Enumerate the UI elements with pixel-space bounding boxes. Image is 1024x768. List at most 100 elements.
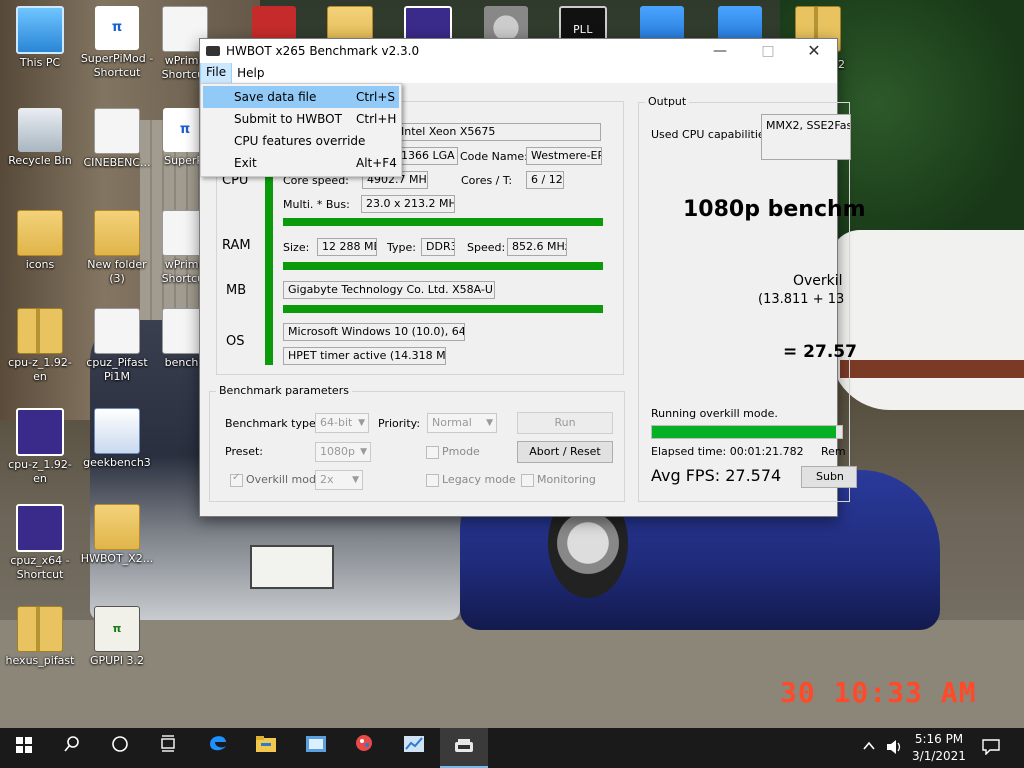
benchmark-type-value: 64-bit — [320, 416, 353, 429]
taskbar-file-explorer[interactable] — [242, 728, 290, 768]
search-icon — [64, 736, 79, 752]
overkill-mode-select[interactable]: 2x ▼ — [315, 470, 363, 490]
search-button[interactable] — [48, 728, 96, 768]
desktop-icon-label: New folder (3) — [87, 258, 147, 285]
motherboard-field: Gigabyte Technology Co. Ltd. X58A-UD3R — [283, 281, 495, 299]
desktop-icon-label: cpu-z_1.92-en — [8, 458, 72, 485]
menu-item-exit[interactable]: Exit Alt+F4 — [203, 152, 399, 174]
cortana-icon — [112, 736, 128, 752]
folder-icon — [17, 210, 63, 256]
menu-item-label: CPU features override — [234, 134, 366, 148]
menu-item-shortcut: Ctrl+H — [356, 112, 397, 126]
menu-file[interactable]: File — [200, 62, 233, 84]
menu-item-submit-to-hwbot[interactable]: Submit to HWBOT Ctrl+H — [203, 108, 399, 130]
clock-time: 5:16 PM — [914, 732, 964, 746]
preset-label: Preset: — [225, 445, 264, 458]
result-headline: 1080p benchm — [683, 197, 866, 222]
desktop-icon-hexus[interactable]: hexus_pifast — [2, 606, 78, 668]
taskbar-app-3[interactable] — [292, 728, 340, 768]
start-button[interactable] — [0, 728, 48, 768]
taskbar-edge[interactable] — [194, 728, 242, 768]
taskbar-app-5[interactable] — [390, 728, 438, 768]
minimize-button[interactable]: — — [697, 39, 743, 63]
maximize-button[interactable]: □ — [745, 39, 791, 63]
menu-item-label: Exit — [234, 156, 257, 170]
menu-help[interactable]: Help — [232, 63, 269, 83]
volume-icon[interactable] — [886, 739, 904, 758]
title-bar[interactable]: HWBOT x265 Benchmark v2.3.0 — □ ✕ — [200, 39, 837, 63]
desktop-icon-label: HWBOT_X2... — [80, 552, 154, 565]
hwbot-app-icon — [455, 739, 473, 752]
desktop-icon-label: hexus_pifast — [5, 654, 75, 667]
green-vertical-bar — [265, 167, 273, 365]
desktop-icon-cinebench[interactable]: CINEBENC... — [79, 108, 155, 170]
output-label: Output — [645, 95, 690, 108]
taskbar: 5:16 PM 3/1/2021 — [0, 728, 1024, 768]
close-button[interactable]: ✕ — [791, 39, 837, 63]
menu-item-shortcut: Ctrl+S — [356, 90, 396, 104]
desktop-icon-new-folder[interactable]: New folder (3) — [79, 210, 155, 286]
cpu-green-bar — [283, 218, 603, 226]
chevron-down-icon: ▼ — [358, 418, 365, 428]
desktop-icon-hwbot-folder[interactable]: HWBOT_X2... — [79, 504, 155, 566]
desktop-icon-label: This PC — [19, 56, 61, 69]
desktop-icon-gpupi[interactable]: π GPUPI 3.2 — [79, 606, 155, 668]
overkill-mode-checkbox[interactable] — [230, 472, 243, 487]
preset-select[interactable]: 1080p ▼ — [315, 442, 371, 462]
desktop-icon-cpuz-pifast[interactable]: cpuz_Pifast Pi1M — [79, 308, 155, 384]
desktop-icon-recycle-bin[interactable]: Recycle Bin — [2, 108, 78, 168]
cpu-name-field: Intel Xeon X5675 — [396, 123, 601, 141]
folder-icon — [94, 210, 140, 256]
notification-icon[interactable] — [982, 739, 1000, 758]
cores-label: Cores / T: — [461, 174, 513, 187]
overkill-total: = 27.57 — [783, 342, 857, 362]
taskbar-hwbot[interactable] — [440, 728, 488, 768]
chevron-down-icon: ▼ — [360, 447, 367, 457]
task-view-button[interactable] — [144, 728, 192, 768]
this-pc-icon — [16, 6, 64, 54]
priority-label: Priority: — [378, 417, 421, 430]
windows-logo-icon — [16, 737, 32, 753]
pmode-checkbox[interactable] — [426, 446, 439, 459]
desktop-icon-label: cpuz_Pifast Pi1M — [86, 356, 148, 383]
preset-value: 1080p — [320, 445, 355, 458]
submit-button[interactable]: Subn — [801, 466, 857, 488]
paint-app-icon — [356, 735, 372, 751]
desktop-icon-cpuz-shortcut[interactable]: cpuz_x64 - Shortcut — [2, 504, 78, 582]
legacy-mode-label: Legacy mode — [442, 473, 516, 486]
menu-item-cpu-features-override[interactable]: CPU features override — [203, 130, 399, 152]
benchmark-type-label: Benchmark type: — [225, 417, 320, 430]
socket-field: 1366 LGA — [396, 147, 458, 165]
desktop-icon-icons-folder[interactable]: icons — [2, 210, 78, 272]
desktop-icon-cpuz-zip[interactable]: cpu-z_1.92-en — [2, 308, 78, 384]
priority-select[interactable]: Normal ▼ — [427, 413, 497, 433]
multi-bus-label: Multi. * Bus: — [283, 198, 350, 211]
desktop-icon-label: icons — [25, 258, 55, 271]
overkill-formula: (13.811 + 13 — [758, 292, 845, 307]
superpi-icon: π — [95, 6, 139, 50]
desktop-icon-superpimod[interactable]: π SuperPiMod - Shortcut — [79, 6, 155, 80]
desktop-icon-geekbench[interactable]: geekbench3 — [79, 408, 155, 470]
abort-reset-button[interactable]: Abort / Reset — [517, 441, 613, 463]
cortana-button[interactable] — [96, 728, 144, 768]
ram-green-bar — [283, 262, 603, 270]
monitoring-label: Monitoring — [537, 473, 596, 486]
desktop-icon-label: geekbench3 — [83, 456, 151, 469]
folder-icon — [94, 504, 140, 550]
desktop-icon-this-pc[interactable]: This PC — [2, 6, 78, 70]
legacy-mode-checkbox[interactable] — [426, 474, 439, 487]
chevron-down-icon: ▼ — [352, 475, 359, 485]
benchmark-type-select[interactable]: 64-bit ▼ — [315, 413, 369, 433]
document-icon — [94, 308, 140, 354]
geekbench-icon — [94, 408, 140, 454]
taskbar-app-4[interactable] — [342, 728, 390, 768]
menu-item-save-data-file[interactable]: Save data file Ctrl+S — [203, 86, 399, 108]
chevron-up-icon[interactable] — [862, 739, 876, 756]
run-button[interactable]: Run — [517, 412, 613, 434]
zip-folder-icon — [17, 606, 63, 652]
desktop-icon-cpuz-exe[interactable]: cpu-z_1.92-en — [2, 408, 78, 486]
clock-date: 3/1/2021 — [912, 749, 966, 763]
system-clock[interactable]: 5:16 PM 3/1/2021 — [912, 731, 966, 765]
task-view-icon — [161, 735, 175, 752]
monitoring-checkbox[interactable] — [521, 474, 534, 487]
